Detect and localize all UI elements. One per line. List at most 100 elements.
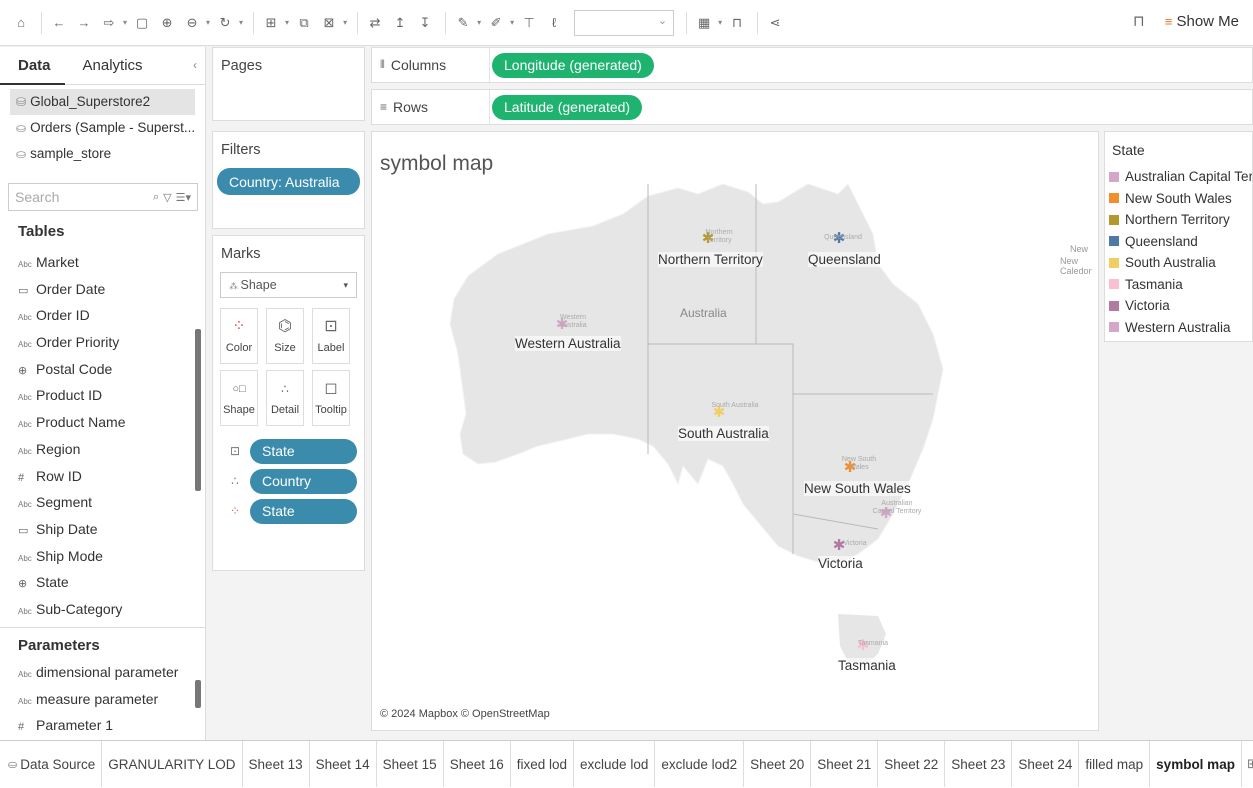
field-item[interactable]: Abc Segment xyxy=(0,489,206,516)
legend-item[interactable]: New South Wales xyxy=(1105,188,1252,210)
filter-icon[interactable]: ▽ xyxy=(163,191,171,204)
refresh-icon[interactable]: ↻ xyxy=(214,12,236,34)
legend-item[interactable]: Victoria xyxy=(1105,295,1252,317)
sheet-tab[interactable]: GRANULARITY LOD xyxy=(102,741,243,787)
shape-button[interactable]: ○□ Shape xyxy=(220,370,258,426)
filters-card[interactable]: Filters Country: Australia xyxy=(212,131,365,229)
marks-field-pill[interactable]: State xyxy=(250,438,357,464)
show-me-button[interactable]: ≡ Show Me xyxy=(1165,13,1239,30)
parameter-item[interactable]: # Parameter 1 xyxy=(0,712,206,739)
legend-item[interactable]: Northern Territory xyxy=(1105,209,1252,231)
chevron-down-icon[interactable]: ▾ xyxy=(123,18,127,27)
sheet-tab[interactable]: Sheet 16 xyxy=(444,741,511,787)
group-icon[interactable]: ✐ xyxy=(485,12,507,34)
chevron-down-icon[interactable]: ▾ xyxy=(285,18,289,27)
sheet-tab[interactable]: Sheet 13 xyxy=(243,741,310,787)
legend-item[interactable]: Australian Capital Ter.. xyxy=(1105,166,1252,188)
marks-field-pill[interactable]: State xyxy=(250,498,357,524)
chevron-down-icon[interactable]: ▾ xyxy=(206,18,210,27)
clear-sheet-icon[interactable]: ⊠ xyxy=(318,12,340,34)
swap-icon[interactable]: ⇄ xyxy=(364,12,386,34)
undo-icon[interactable]: ← xyxy=(48,12,70,34)
columns-pill[interactable]: Longitude (generated) xyxy=(492,52,654,78)
map-canvas[interactable]: ✱ ✱ ✱ ✱ ✱ ✱ ✱ ✱ Australia New New Caledoni Nort… xyxy=(378,184,1092,730)
search-input[interactable]: Search ⌕ ▽ ☰▾ xyxy=(8,183,198,211)
detail-button[interactable]: ∴ Detail xyxy=(266,370,304,426)
sheet-tab[interactable]: Sheet 15 xyxy=(377,741,444,787)
datasource-item[interactable]: ⛁ Global_Superstore2 xyxy=(10,89,195,115)
parameter-item[interactable]: Abc measure parameter xyxy=(0,686,206,713)
field-item[interactable]: Abc Ship Mode xyxy=(0,543,206,570)
sheet-tab[interactable]: fixed lod xyxy=(511,741,575,787)
sheet-tab[interactable]: Sheet 21 xyxy=(811,741,879,787)
data-source-tab[interactable]: ⛀ Data Source xyxy=(0,741,103,787)
fit-dropdown[interactable] xyxy=(574,9,675,36)
parameter-item[interactable]: Abc dimensional parameter xyxy=(0,659,206,686)
sort-desc-icon[interactable]: ↧ xyxy=(414,12,436,34)
show-cards-icon[interactable]: ▦ xyxy=(693,12,715,34)
tooltip-button[interactable]: ◻ Tooltip xyxy=(312,370,350,426)
field-item[interactable]: ▭ Ship Date xyxy=(0,516,206,543)
field-item[interactable]: Abc Order ID xyxy=(0,302,206,329)
tooltip-icon[interactable]: ⊓ xyxy=(1133,12,1145,30)
sheet-tab[interactable]: Sheet 23 xyxy=(945,741,1013,787)
chevron-down-icon[interactable]: ▾ xyxy=(718,18,722,27)
search-icon[interactable]: ⌕ xyxy=(153,191,159,204)
view-options-icon[interactable]: ☰▾ xyxy=(176,191,191,204)
new-datasource-icon[interactable]: ⊕ xyxy=(156,12,178,34)
duplicate-icon[interactable]: ⧉ xyxy=(293,12,315,34)
tab-analytics[interactable]: Analytics xyxy=(65,47,161,85)
label-button[interactable]: ⊡ Label xyxy=(312,308,350,364)
datasource-item[interactable]: ⛀ sample_store xyxy=(0,141,205,167)
present-icon[interactable]: ⊓ xyxy=(726,12,748,34)
tab-data[interactable]: Data xyxy=(0,47,65,85)
field-item[interactable]: Abc Product Name xyxy=(0,409,206,436)
chevron-down-icon[interactable]: ▾ xyxy=(477,18,481,27)
pages-card[interactable]: Pages xyxy=(212,47,365,121)
field-item[interactable]: ⊕ State xyxy=(0,569,206,596)
new-sheet-icon[interactable]: ⊞ xyxy=(260,12,282,34)
size-button[interactable]: ⌬ Size xyxy=(266,308,304,364)
legend-item[interactable]: South Australia xyxy=(1105,252,1252,274)
replay-icon[interactable]: ⇨ xyxy=(98,12,120,34)
parameters-scrollbar[interactable] xyxy=(195,680,201,708)
datasource-item[interactable]: ⛀ Orders (Sample - Superst... xyxy=(0,115,205,141)
field-item[interactable]: Abc Region xyxy=(0,436,206,463)
label-icon[interactable]: ⊤ xyxy=(518,12,540,34)
mark-type-dropdown[interactable]: ⁂ Shape ▾ xyxy=(220,272,357,298)
save-icon[interactable]: ▢ xyxy=(131,12,153,34)
view-title[interactable]: symbol map xyxy=(380,152,493,176)
sort-asc-icon[interactable]: ↥ xyxy=(389,12,411,34)
field-item[interactable]: ⊕ Postal Code xyxy=(0,356,206,383)
format-icon[interactable]: ℓ xyxy=(543,12,565,34)
field-list-scrollbar[interactable] xyxy=(195,329,201,491)
columns-shelf[interactable]: ⦀ Columns Longitude (generated) xyxy=(371,47,1253,83)
redo-icon[interactable]: → xyxy=(73,12,95,34)
rows-shelf[interactable]: ≡ Rows Latitude (generated) xyxy=(371,89,1253,125)
field-item[interactable]: Abc Sub-Category xyxy=(0,596,206,623)
chevron-down-icon[interactable]: ▾ xyxy=(510,18,514,27)
sheet-tab[interactable]: exclude lod xyxy=(574,741,656,787)
sheet-tab[interactable]: exclude lod2 xyxy=(655,741,745,787)
collapse-icon[interactable]: ‹ xyxy=(193,58,197,72)
sheet-tab[interactable]: symbol map xyxy=(1150,741,1242,787)
field-item[interactable]: Abc Market xyxy=(0,249,206,276)
field-item[interactable]: Abc Product ID xyxy=(0,382,206,409)
sheet-tab[interactable]: Sheet 14 xyxy=(310,741,377,787)
field-item[interactable]: Abc Order Priority xyxy=(0,329,206,356)
rows-pill[interactable]: Latitude (generated) xyxy=(492,94,643,120)
sheet-tab[interactable]: Sheet 22 xyxy=(878,741,946,787)
chevron-down-icon[interactable]: ▾ xyxy=(239,18,243,27)
chevron-down-icon[interactable]: ▾ xyxy=(343,18,347,27)
sheet-tab[interactable]: filled map xyxy=(1079,741,1151,787)
datasource-icon[interactable]: ⊖ xyxy=(181,12,203,34)
highlight-icon[interactable]: ✎ xyxy=(452,12,474,34)
sheet-tab[interactable]: Sheet 24 xyxy=(1012,741,1080,787)
marks-field-pill[interactable]: Country xyxy=(250,468,357,494)
color-button[interactable]: ⁘ Color xyxy=(220,308,258,364)
field-item[interactable]: # Row ID xyxy=(0,463,206,490)
legend-item[interactable]: Tasmania xyxy=(1105,274,1252,296)
share-icon[interactable]: ⋖ xyxy=(764,12,786,34)
legend-item[interactable]: Western Australia xyxy=(1105,317,1252,339)
new-worksheet-icon[interactable]: ⊞ xyxy=(1242,741,1253,787)
